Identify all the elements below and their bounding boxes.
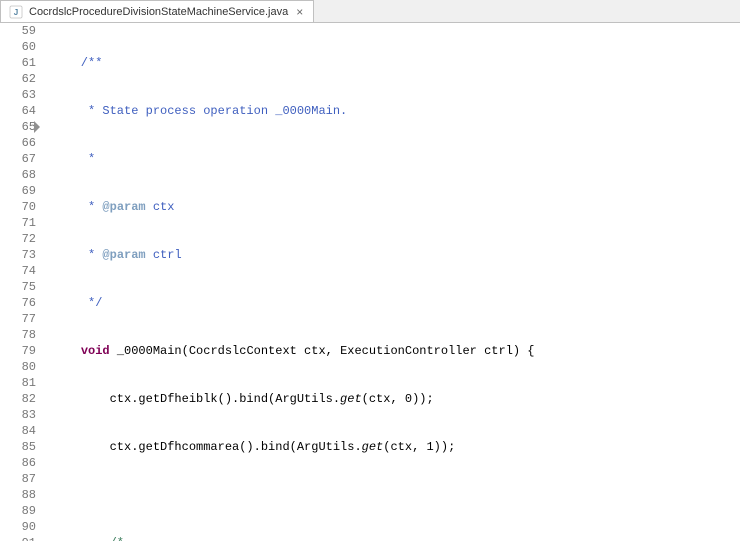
line-number: 81 bbox=[0, 375, 36, 391]
javadoc: /** bbox=[52, 56, 102, 70]
javadoc: ctrl bbox=[146, 248, 182, 262]
line-number: 64 bbox=[0, 103, 36, 119]
line-number: 62 bbox=[0, 71, 36, 87]
tab-filename: CocrdslcProcedureDivisionStateMachineSer… bbox=[29, 6, 288, 18]
line-number: 75 bbox=[0, 279, 36, 295]
code-area[interactable]: /** * State process operation _0000Main.… bbox=[42, 23, 740, 541]
editor-area: 5960616263646566676869707172737475767778… bbox=[0, 23, 740, 541]
line-number: 70 bbox=[0, 199, 36, 215]
line-number: 72 bbox=[0, 231, 36, 247]
line-number: 77 bbox=[0, 311, 36, 327]
line-number: 88 bbox=[0, 487, 36, 503]
comment: /* bbox=[52, 536, 124, 541]
line-number: 60 bbox=[0, 39, 36, 55]
line-number: 63 bbox=[0, 87, 36, 103]
line-number: 82 bbox=[0, 391, 36, 407]
javadoc: * bbox=[52, 248, 102, 262]
code-text: (ctx, 0)); bbox=[362, 392, 434, 406]
line-number: 80 bbox=[0, 359, 36, 375]
line-number: 90 bbox=[0, 519, 36, 535]
line-number: 76 bbox=[0, 295, 36, 311]
line-number: 68 bbox=[0, 167, 36, 183]
line-number-gutter: 5960616263646566676869707172737475767778… bbox=[0, 23, 42, 541]
line-number: 84 bbox=[0, 423, 36, 439]
line-number: 71 bbox=[0, 215, 36, 231]
line-number: 86 bbox=[0, 455, 36, 471]
code-text: (ctx, 1)); bbox=[383, 440, 455, 454]
javadoc: */ bbox=[52, 296, 102, 310]
line-number: 74 bbox=[0, 263, 36, 279]
javadoc: ctx bbox=[146, 200, 175, 214]
javadoc: * bbox=[52, 200, 102, 214]
javadoc-tag: @param bbox=[102, 248, 145, 262]
line-number: 78 bbox=[0, 327, 36, 343]
line-number: 91 bbox=[0, 535, 36, 541]
line-number: 65 bbox=[0, 119, 36, 135]
static-method: get bbox=[362, 440, 384, 454]
line-number: 61 bbox=[0, 55, 36, 71]
line-number: 69 bbox=[0, 183, 36, 199]
svg-text:J: J bbox=[14, 8, 18, 17]
static-method: get bbox=[340, 392, 362, 406]
line-number: 85 bbox=[0, 439, 36, 455]
line-number: 83 bbox=[0, 407, 36, 423]
line-number: 89 bbox=[0, 503, 36, 519]
line-number: 66 bbox=[0, 135, 36, 151]
java-file-icon: J bbox=[9, 5, 23, 19]
line-number: 67 bbox=[0, 151, 36, 167]
file-tab[interactable]: J CocrdslcProcedureDivisionStateMachineS… bbox=[0, 0, 314, 22]
line-number: 79 bbox=[0, 343, 36, 359]
code-text: ctx.getDfheiblk().bind(ArgUtils. bbox=[52, 392, 340, 406]
line-number: 87 bbox=[0, 471, 36, 487]
code-text: ctx.getDfhcommarea().bind(ArgUtils. bbox=[52, 440, 362, 454]
line-number: 59 bbox=[0, 23, 36, 39]
javadoc: * bbox=[52, 152, 95, 166]
editor-tabbar: J CocrdslcProcedureDivisionStateMachineS… bbox=[0, 0, 740, 23]
javadoc: * State process operation _0000Main. bbox=[52, 104, 347, 118]
code-text: _0000Main(CocrdslcContext ctx, Execution… bbox=[110, 344, 535, 358]
keyword: void bbox=[81, 344, 110, 358]
javadoc-tag: @param bbox=[102, 200, 145, 214]
tab-close-button[interactable]: × bbox=[294, 5, 305, 19]
line-number: 73 bbox=[0, 247, 36, 263]
